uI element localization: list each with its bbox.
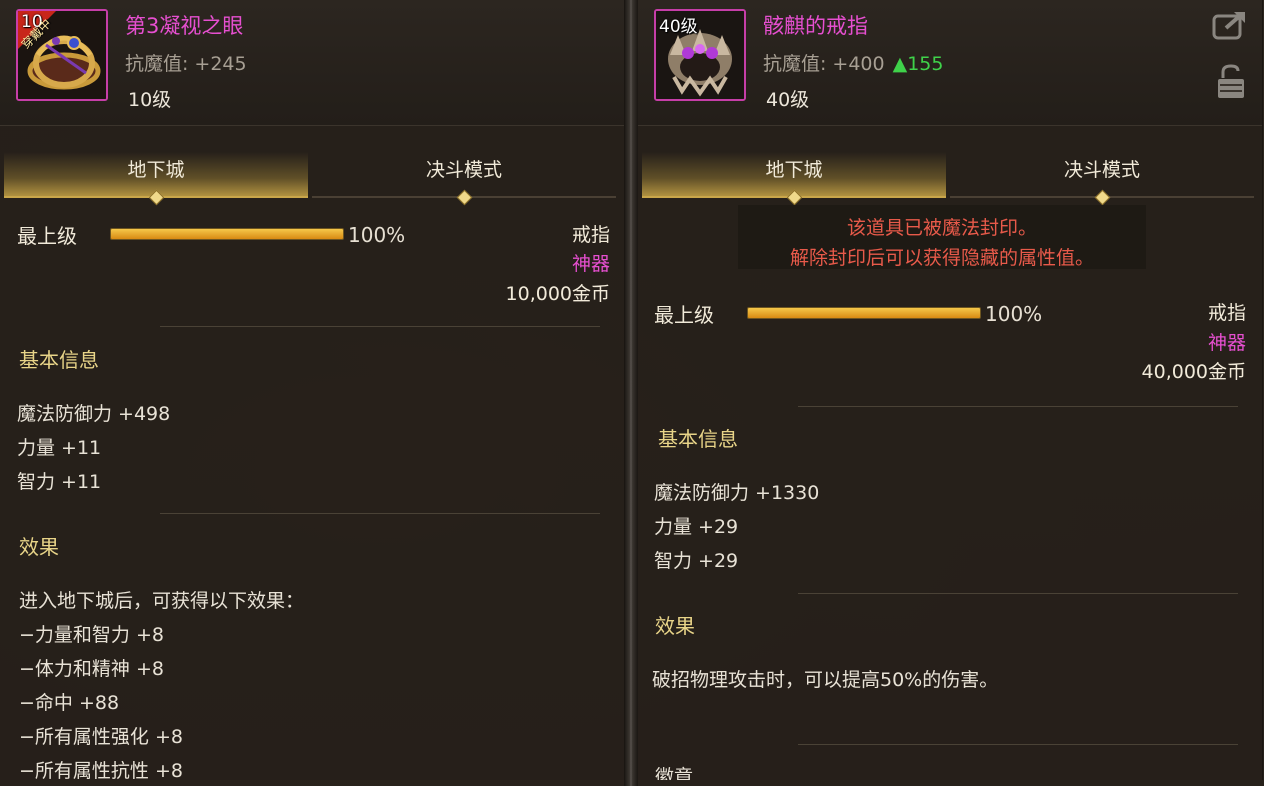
grade-percent: 100% <box>348 223 406 247</box>
tab-dungeon[interactable]: 地下城 <box>4 152 308 206</box>
required-level: 40级 <box>766 89 810 111</box>
tab-diamond-icon <box>148 189 165 206</box>
section-title-effect: 效果 <box>19 535 59 559</box>
item-name: 第3凝视之眼 <box>125 14 244 38</box>
effect-line: −所有属性抗性 +8 <box>19 760 183 780</box>
tab-pvp[interactable]: 决斗模式 <box>312 152 616 206</box>
item-rarity: 神器 <box>1207 332 1246 354</box>
stat-line: 魔法防御力 +1330 <box>654 482 820 504</box>
stat-line: 力量 +11 <box>17 437 102 459</box>
seal-message: 该道具已被魔法封印。 <box>846 217 1037 239</box>
divider <box>798 406 1238 407</box>
effect-line: −力量和智力 +8 <box>19 624 164 646</box>
effect-line: −体力和精神 +8 <box>19 658 164 680</box>
divider <box>798 593 1238 594</box>
panel-gap <box>624 0 638 786</box>
item-type: 戒指 <box>1207 302 1246 324</box>
item-icon-frame[interactable]: 40级 <box>654 9 746 101</box>
section-title-effect: 效果 <box>655 614 695 638</box>
resist-value: +245 <box>194 53 247 75</box>
tab-label: 决斗模式 <box>425 159 502 181</box>
grade-label: 最上级 <box>17 224 77 248</box>
grade-bar <box>747 307 981 319</box>
item-type: 戒指 <box>571 224 610 246</box>
grade-label: 最上级 <box>654 303 714 327</box>
stat-line: 魔法防御力 +498 <box>17 403 171 425</box>
stat-line: 智力 +11 <box>17 471 102 493</box>
item-tooltip-left: 10 穿戴中 第3凝视之眼 抗魔值: +245 10级 地下城 决斗模式 最上级 … <box>0 0 625 780</box>
mode-tabs: 地下城 决斗模式 <box>642 152 1254 206</box>
grade-percent: 100% <box>985 302 1043 326</box>
item-icon-frame[interactable]: 10 穿戴中 <box>16 9 108 101</box>
effect-line: 进入地下城后，可获得以下效果： <box>19 590 305 612</box>
tooltip-header: 10 穿戴中 第3凝视之眼 抗魔值: +245 10级 <box>0 0 624 126</box>
item-rarity: 神器 <box>571 253 610 275</box>
tab-diamond-icon <box>786 189 803 206</box>
tab-label: 地下城 <box>127 159 185 181</box>
seal-message: 解除封印后可以获得隐藏的属性值。 <box>789 247 1094 269</box>
section-title-basic: 基本信息 <box>19 348 99 372</box>
item-tooltip-right: 40级 骸麒的戒指 抗魔值: +400 ▲155 40级 地下城 决斗模式 该道… <box>638 0 1263 780</box>
tooltip-header: 40级 骸麒的戒指 抗魔值: +400 ▲155 40级 <box>638 0 1262 126</box>
divider <box>160 513 600 514</box>
magic-resist-row: 抗魔值: +400 ▲155 <box>763 49 943 76</box>
effect-line: −所有属性强化 +8 <box>19 726 183 748</box>
mode-tabs: 地下城 决斗模式 <box>4 152 616 206</box>
stat-line: 智力 +29 <box>654 550 739 572</box>
tab-pvp[interactable]: 决斗模式 <box>950 152 1254 206</box>
section-title-basic: 基本信息 <box>658 427 738 451</box>
share-icon[interactable] <box>1212 10 1248 44</box>
unlock-icon[interactable] <box>1216 64 1246 104</box>
stat-line: 力量 +29 <box>654 516 739 538</box>
tab-dungeon[interactable]: 地下城 <box>642 152 946 206</box>
tab-label: 地下城 <box>765 159 823 181</box>
sealed-notice: 该道具已被魔法封印。 解除封印后可以获得隐藏的属性值。 <box>738 205 1146 269</box>
divider <box>160 326 600 327</box>
item-level-tag: 40级 <box>659 17 698 37</box>
section-title-cutoff: 徽章 <box>655 766 694 780</box>
grade-bar <box>110 228 344 240</box>
item-price: 10,000金币 <box>505 283 610 305</box>
resist-increase: ▲155 <box>892 53 944 75</box>
tab-diamond-icon <box>456 189 473 206</box>
resist-value: +400 <box>832 53 885 75</box>
effect-line: 破招物理攻击时，可以提高50%的伤害。 <box>652 669 999 691</box>
resist-label: 抗魔值: <box>763 53 827 75</box>
resist-label: 抗魔值: <box>125 53 189 75</box>
required-level: 10级 <box>128 89 172 111</box>
effect-line: −命中 +88 <box>19 692 120 714</box>
magic-resist-row: 抗魔值: +245 <box>125 49 247 76</box>
tab-diamond-icon <box>1094 189 1111 206</box>
divider <box>798 744 1238 745</box>
item-price: 40,000金币 <box>1141 361 1246 383</box>
item-name: 骸麒的戒指 <box>763 14 868 38</box>
tab-label: 决斗模式 <box>1063 159 1140 181</box>
